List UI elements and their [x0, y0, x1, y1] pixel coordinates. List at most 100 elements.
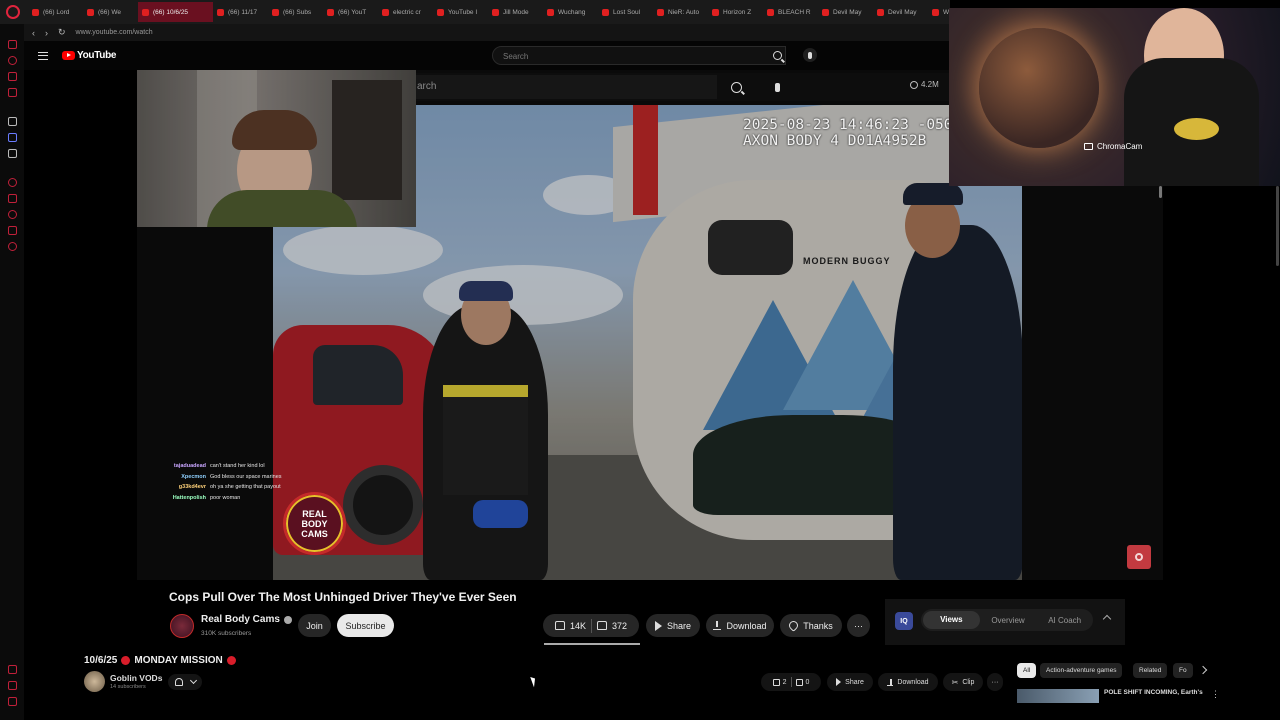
sidebar-messenger-icon[interactable]: [7, 133, 17, 142]
mic-icon: [808, 51, 812, 59]
stream-clip-button[interactable]: ✂ Clip: [943, 673, 983, 691]
page-scrollbar[interactable]: [1276, 186, 1279, 266]
sidebar-more-icon[interactable]: [7, 697, 17, 706]
stream-like-button[interactable]: 2: [772, 678, 787, 686]
recommended-title[interactable]: POLE SHIFT INCOMING, Earth's: [1104, 689, 1203, 696]
youtube-logo[interactable]: YouTube: [62, 50, 117, 61]
thanks-icon: [787, 619, 801, 632]
stream-more-button[interactable]: ···: [987, 673, 1003, 691]
chip-related[interactable]: Related: [1133, 663, 1168, 678]
stream-date: 10/6/25: [84, 655, 118, 666]
chip-label: Related: [1139, 667, 1162, 674]
browser-tab[interactable]: YouTube I: [433, 2, 488, 22]
thumbs-down-icon: [596, 621, 607, 630]
vidiq-tab[interactable]: Views: [923, 611, 980, 629]
thumbs-up-icon: [554, 621, 565, 630]
sidebar-x-icon[interactable]: [7, 149, 17, 158]
sidebar-bookmarks-icon[interactable]: [7, 88, 17, 97]
notification-bell-button[interactable]: [168, 674, 202, 690]
inner-views-counter: 4.2M: [910, 80, 939, 89]
share-icon: [836, 678, 842, 686]
sidebar-player-icon[interactable]: [7, 194, 17, 203]
sidebar-tabs-icon[interactable]: [7, 40, 17, 49]
browser-tab[interactable]: Horizon Z: [708, 2, 763, 22]
browser-tab[interactable]: W: [928, 2, 950, 22]
channel-avatar[interactable]: [170, 614, 194, 638]
browser-tab[interactable]: Jill Mode: [488, 2, 543, 22]
chip-all[interactable]: All: [1017, 663, 1037, 678]
sidebar-extensions-icon[interactable]: [7, 681, 17, 690]
planet-background: [979, 28, 1099, 148]
browser-tab-bar: (66) Lord (66) We (66) 10/6/25 (66) 11/17 (6…: [0, 0, 950, 24]
stream-share-button[interactable]: Share: [827, 673, 873, 691]
back-icon[interactable]: ‹: [32, 28, 35, 38]
browser-tab[interactable]: NieR: Auto: [653, 2, 708, 22]
sidebar-twitch-icon[interactable]: [7, 56, 17, 65]
vidiq-tab[interactable]: Overview: [980, 616, 1037, 625]
sidebar-clock-icon[interactable]: [7, 210, 17, 219]
record-button[interactable]: [1127, 545, 1151, 569]
tab-favicon-icon: [437, 8, 444, 16]
reload-icon[interactable]: ↻: [58, 27, 66, 38]
vidiq-tab[interactable]: AI Coach: [1036, 616, 1093, 625]
chat-text: God bless our space marines: [210, 473, 282, 480]
channel-name[interactable]: Real Body Cams: [201, 614, 292, 625]
search-input[interactable]: Search: [492, 46, 786, 65]
recommended-thumbnail[interactable]: [1017, 689, 1099, 703]
sidebar-downloads-icon[interactable]: [7, 665, 17, 674]
sidebar-aria-icon[interactable]: [7, 117, 17, 126]
recommended-menu-icon[interactable]: ⋮: [1211, 689, 1220, 700]
sidebar-instagram-icon[interactable]: [7, 72, 17, 81]
voice-search-button[interactable]: [803, 48, 817, 62]
channel-name-text[interactable]: Real Body Cams: [201, 614, 280, 625]
browser-tab[interactable]: (66) 11/17: [213, 2, 268, 22]
browser-tab[interactable]: (66) YouT: [323, 2, 378, 22]
tab-label: Wuchang: [558, 8, 586, 16]
stream-download-button[interactable]: Download: [878, 673, 938, 691]
sidebar-settings-icon[interactable]: [7, 242, 17, 251]
browser-tab[interactable]: electric cr: [378, 2, 433, 22]
browser-tab[interactable]: (66) Lord: [28, 2, 83, 22]
chat-username: tajaduadead: [173, 463, 206, 469]
menu-icon[interactable]: [38, 51, 48, 60]
download-button[interactable]: Download: [706, 614, 774, 637]
forward-icon[interactable]: ›: [45, 28, 48, 38]
chevron-right-icon[interactable]: [1198, 665, 1208, 675]
address-bar[interactable]: ‹ › ↻ www.youtube.com/watch: [24, 24, 950, 41]
join-button[interactable]: Join: [298, 614, 331, 637]
browser-tab[interactable]: (66) 10/6/25: [138, 2, 213, 22]
real-body-cams-badge: REAL BODY CAMS: [283, 492, 346, 555]
browser-tab[interactable]: BLEACH R: [763, 2, 818, 22]
browser-tab[interactable]: Devil May: [818, 2, 873, 22]
thanks-button[interactable]: Thanks: [780, 614, 842, 637]
chip-action-adventure[interactable]: Action-adventure games: [1040, 663, 1123, 678]
subscribe-button[interactable]: Subscribe: [337, 614, 394, 637]
divider: [790, 677, 792, 687]
browser-tab[interactable]: (66) Subs: [268, 2, 323, 22]
share-icon: [654, 620, 662, 631]
browser-tab[interactable]: (66) We: [83, 2, 138, 22]
chip-more[interactable]: Fo: [1173, 663, 1193, 678]
tab-favicon-icon: [877, 8, 884, 16]
browser-logo-icon[interactable]: [6, 5, 20, 19]
like-button[interactable]: 14K: [554, 621, 586, 631]
url-text[interactable]: www.youtube.com/watch: [76, 29, 153, 36]
vidiq-logo[interactable]: IQ: [895, 612, 913, 630]
browser-tab[interactable]: Wuchang: [543, 2, 598, 22]
inner-scrollbar[interactable]: [1159, 186, 1162, 198]
sidebar-pinboard-icon[interactable]: [7, 226, 17, 235]
stream-dislike-button[interactable]: 0: [795, 678, 809, 686]
download-label: Download: [726, 620, 767, 631]
more-actions-button[interactable]: ···: [847, 614, 870, 637]
share-button[interactable]: Share: [646, 614, 700, 637]
dislike-button[interactable]: 372: [596, 621, 627, 631]
sidebar-history-icon[interactable]: [7, 178, 17, 187]
streamer-channel-avatar[interactable]: [84, 671, 105, 692]
browser-tab[interactable]: Lost Soul: [598, 2, 653, 22]
tab-favicon-icon: [142, 8, 149, 16]
tab-label: NieR: Auto: [668, 8, 700, 16]
search-button[interactable]: [762, 46, 792, 65]
chat-username: Hattenpolish: [172, 494, 206, 501]
browser-tab[interactable]: Devil May: [873, 2, 928, 22]
streamer-channel-name[interactable]: Goblin VODs: [110, 673, 162, 683]
